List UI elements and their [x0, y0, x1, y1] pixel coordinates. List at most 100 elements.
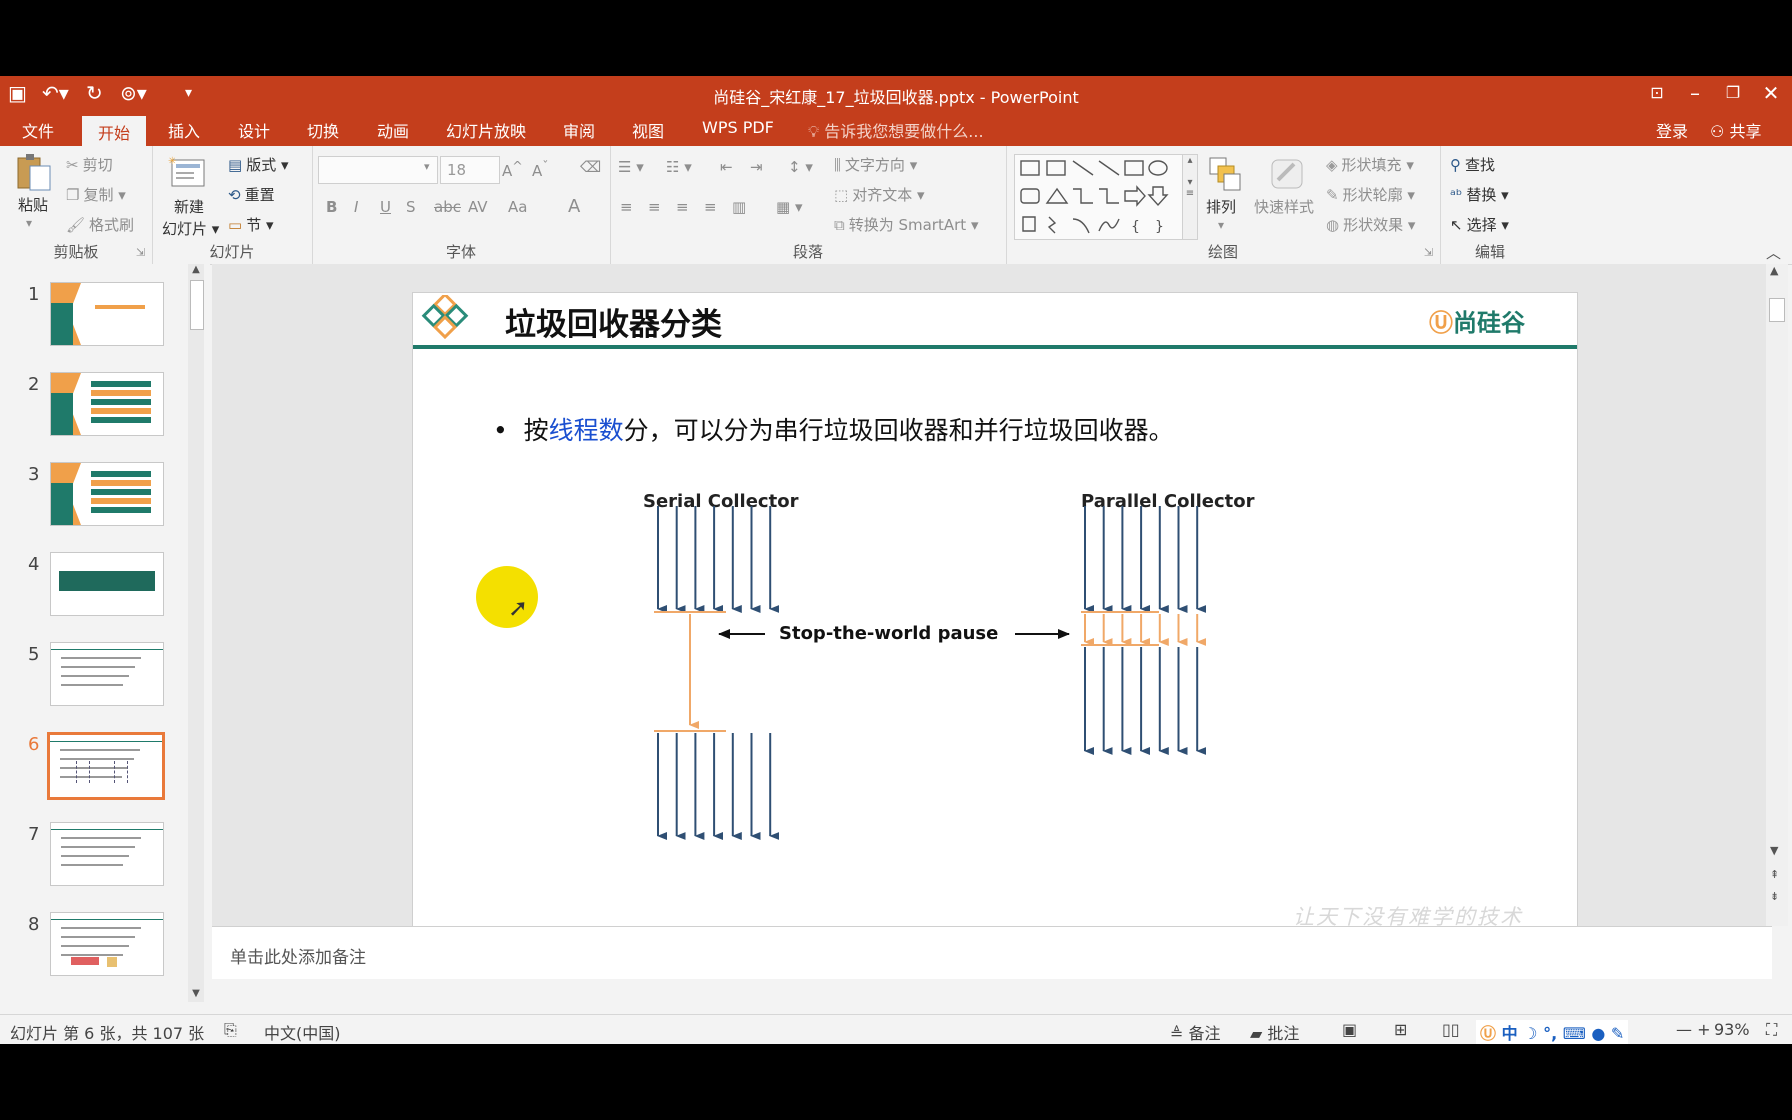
shape-fill-button[interactable]: ◈ 形状填充 ▾	[1326, 154, 1414, 175]
reset-button[interactable]: ⟲ 重置	[228, 184, 275, 205]
select-button[interactable]: ↖ 选择 ▾	[1450, 214, 1509, 235]
format-painter-button[interactable]: 🖌︎ 格式刷	[66, 214, 134, 235]
decrease-indent-icon[interactable]: ⇤	[720, 158, 733, 176]
clipboard-launcher-icon[interactable]: ⇲	[136, 246, 145, 259]
section-button[interactable]: ▭ 节 ▾	[228, 214, 274, 235]
arrange-button[interactable]: 排列	[1206, 196, 1236, 217]
tab-design[interactable]: 设计	[238, 118, 270, 142]
slide-scrollbar[interactable]: ▲ ▼ ⇞ ⇟	[1766, 264, 1788, 926]
slide-canvas[interactable]: 垃圾回收器分类 Ⓤ尚硅谷 • 按线程数分，可以分为串行垃圾回收器和并行垃圾回收器…	[412, 292, 1578, 944]
clear-format-icon[interactable]: ⌫	[580, 158, 601, 176]
align-center-icon[interactable]: ≡	[648, 198, 661, 216]
ime-toolbar[interactable]: Ⓤ 中 ☽ °, ⌨ ● ✎	[1476, 1020, 1629, 1044]
tab-review[interactable]: 审阅	[563, 118, 595, 142]
strikethrough-button[interactable]: abc	[434, 198, 461, 216]
bold-button[interactable]: B	[326, 198, 337, 216]
justify-icon[interactable]: ≡	[704, 198, 717, 216]
align-left-icon[interactable]: ≡	[620, 198, 633, 216]
increase-indent-icon[interactable]: ⇥	[750, 158, 763, 176]
new-slide-icon[interactable]: ✳	[168, 154, 208, 192]
quick-styles-button[interactable]: 快速样式	[1254, 196, 1314, 217]
find-button[interactable]: ⚲ 查找	[1450, 154, 1495, 175]
tab-insert[interactable]: 插入	[168, 118, 200, 142]
minimize-icon[interactable]: –	[1680, 80, 1710, 106]
login-link[interactable]: 登录	[1656, 118, 1688, 142]
normal-view-icon[interactable]: ▣	[1342, 1020, 1357, 1039]
increase-font-icon[interactable]: A^	[502, 158, 523, 180]
scroll-thumb[interactable]	[190, 280, 204, 330]
tab-animations[interactable]: 动画	[377, 118, 409, 142]
bullets-icon[interactable]: ☰ ▾	[618, 158, 644, 176]
slide-thumbnail[interactable]	[47, 732, 165, 800]
next-slide-icon[interactable]: ⇟	[1770, 890, 1779, 903]
paste-dropdown-icon[interactable]: ▾	[26, 216, 32, 230]
prev-slide-icon[interactable]: ⇞	[1770, 868, 1779, 881]
share-button[interactable]: ⚇ 共享	[1710, 118, 1761, 142]
slide-sorter-icon[interactable]: ⊞	[1394, 1020, 1407, 1039]
smartart-button[interactable]: ⧉ 转换为 SmartArt ▾	[834, 214, 978, 235]
align-text-button[interactable]: ⬚ 对齐文本 ▾	[834, 184, 925, 205]
scroll-up-icon[interactable]: ▲	[188, 264, 204, 278]
shapes-gallery-scroll[interactable]: ▴ ▾ ≡	[1182, 154, 1198, 240]
tab-transitions[interactable]: 切换	[307, 118, 339, 142]
thumbnail-scrollbar[interactable]: ▲ ▼	[188, 264, 204, 1002]
italic-button[interactable]: I	[354, 198, 358, 216]
distribute-icon[interactable]: ▥	[732, 198, 746, 216]
tab-slideshow[interactable]: 幻灯片放映	[446, 118, 526, 142]
layout-button[interactable]: ▤ 版式 ▾	[228, 154, 289, 175]
shadow-button[interactable]: S	[406, 198, 416, 216]
scroll-down-icon[interactable]: ▼	[188, 988, 204, 1002]
shapes-gallery[interactable]: {}	[1014, 154, 1184, 240]
replace-button[interactable]: ᵃᵇ 替换 ▾	[1450, 184, 1509, 205]
slide-thumbnail[interactable]	[50, 462, 164, 526]
shape-effects-button[interactable]: ◍ 形状效果 ▾	[1326, 214, 1415, 235]
align-right-icon[interactable]: ≡	[676, 198, 689, 216]
decrease-font-icon[interactable]: Aˇ	[532, 158, 549, 180]
arrange-dropdown-icon[interactable]: ▾	[1218, 218, 1224, 232]
underline-button[interactable]: U	[380, 198, 391, 216]
slide-scroll-up-icon[interactable]: ▲	[1770, 264, 1778, 277]
collapse-ribbon-icon[interactable]: ︿	[1766, 242, 1781, 263]
tab-file[interactable]: 文件	[22, 118, 54, 142]
zoom-level[interactable]: 93%	[1714, 1020, 1750, 1039]
columns-icon[interactable]: ▦ ▾	[776, 198, 802, 216]
slide-thumbnail[interactable]	[50, 822, 164, 886]
slide-thumbnail[interactable]	[50, 912, 164, 976]
slide-thumbnail[interactable]	[50, 282, 164, 346]
tab-wpspdf[interactable]: WPS PDF	[702, 118, 774, 137]
numbering-icon[interactable]: ☷ ▾	[666, 158, 692, 176]
cut-button[interactable]: ✂ 剪切	[66, 154, 113, 175]
tab-view[interactable]: 视图	[632, 118, 664, 142]
drawing-launcher-icon[interactable]: ⇲	[1424, 246, 1433, 259]
shape-outline-button[interactable]: ✎ 形状轮廓 ▾	[1326, 184, 1415, 205]
slide-thumbnail[interactable]	[50, 372, 164, 436]
slide-thumbnail[interactable]	[50, 552, 164, 616]
notes-pane[interactable]: 单击此处添加备注	[212, 926, 1772, 979]
quick-styles-icon[interactable]	[1268, 156, 1308, 192]
slide-scroll-down-icon[interactable]: ▼	[1770, 844, 1778, 857]
new-slide-button[interactable]: 幻灯片 ▾	[162, 218, 219, 239]
font-size-select[interactable]: 18	[440, 156, 500, 184]
font-name-dropdown-icon[interactable]: ▾	[424, 160, 430, 173]
change-case-button[interactable]: Aa	[508, 198, 527, 216]
zoom-slider[interactable]: — +	[1676, 1020, 1711, 1039]
comments-toggle[interactable]: ▰ 批注	[1250, 1020, 1299, 1044]
tell-me-box[interactable]: 💡︎ 告诉我您想要做什么...	[808, 118, 984, 142]
ribbon-display-icon[interactable]: ⊡	[1642, 80, 1672, 106]
line-spacing-icon[interactable]: ↕ ▾	[788, 158, 813, 176]
paste-button[interactable]: 粘贴	[18, 194, 48, 215]
fit-to-window-icon[interactable]: ⛶	[1766, 1020, 1777, 1040]
arrange-icon[interactable]	[1206, 156, 1246, 192]
slide-thumbnail[interactable]	[50, 642, 164, 706]
paste-icon[interactable]	[14, 152, 54, 192]
copy-button[interactable]: ❐ 复制 ▾	[66, 184, 126, 205]
font-color-button[interactable]: A	[568, 196, 580, 217]
new-slide-label-1[interactable]: 新建	[174, 196, 204, 217]
slide-scroll-thumb[interactable]	[1769, 298, 1785, 322]
restore-icon[interactable]: ❐	[1718, 80, 1748, 106]
notes-toggle[interactable]: ≜ 备注	[1170, 1020, 1221, 1044]
char-spacing-button[interactable]: AV	[468, 198, 488, 216]
spellcheck-icon[interactable]: ⎘	[224, 1020, 237, 1040]
reading-view-icon[interactable]: ▯▯	[1442, 1020, 1460, 1039]
language-indicator[interactable]: 中文(中国)	[264, 1020, 341, 1044]
